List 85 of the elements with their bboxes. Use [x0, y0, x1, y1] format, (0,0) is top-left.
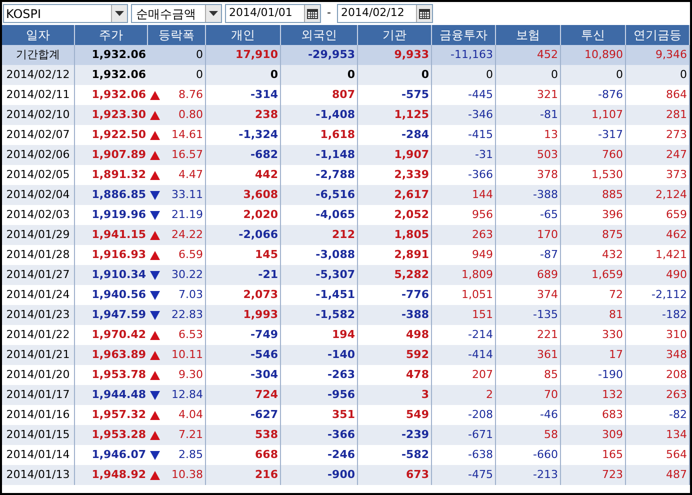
- price-cell-text: 1,941.15: [90, 226, 147, 243]
- price-cell-text: 1,970.42: [90, 326, 147, 343]
- value-cell: 487: [626, 465, 690, 485]
- change-cell-text: 33.11: [170, 186, 204, 203]
- price-cell-text: 1,947.59: [90, 306, 147, 323]
- up-triangle-icon: [150, 350, 160, 360]
- change-cell-text: 16.57: [170, 146, 204, 163]
- change-cell-text: 2.85: [178, 446, 204, 463]
- up-triangle-icon: [150, 130, 160, 140]
- price-cell-text: 1,916.93: [90, 246, 147, 263]
- up-triangle-icon: [150, 470, 160, 480]
- up-triangle-icon: [150, 110, 160, 120]
- price-cell-text: 1,946.07: [90, 446, 147, 463]
- change-cell-text: 24.22: [170, 226, 204, 243]
- end-date-field[interactable]: 2014/02/12: [336, 4, 433, 23]
- price-cell-text: 1,953.28: [90, 426, 147, 443]
- change-cell-text: 10.38: [170, 466, 204, 483]
- up-triangle-icon: [150, 170, 160, 180]
- range-separator: -: [326, 5, 332, 22]
- change-cell-text: 4.47: [178, 166, 204, 183]
- price-cell-text: 1,932.06: [90, 86, 147, 103]
- price-cell-text: 1,886.85: [90, 186, 147, 203]
- value-cell: -475: [432, 465, 496, 485]
- value-cell: -213: [496, 465, 561, 485]
- change-cell-text: 4.04: [178, 406, 204, 423]
- price-cell-text: 1,963.89: [90, 346, 147, 363]
- value-cell: -900: [281, 465, 358, 485]
- price-cell-text: 1,919.96: [90, 206, 147, 223]
- down-triangle-icon: [150, 390, 160, 400]
- down-triangle-icon: [150, 190, 160, 200]
- price-cell-text: 1,953.78: [90, 366, 147, 383]
- start-date-field[interactable]: 2014/01/01: [225, 4, 321, 23]
- calendar-button[interactable]: [304, 5, 320, 22]
- up-triangle-icon: [150, 250, 160, 260]
- up-triangle-icon: [150, 430, 160, 440]
- change-cell-text: 10.11: [170, 346, 204, 363]
- caret-icon: [115, 11, 124, 16]
- change-cell-text: 6.53: [178, 326, 204, 343]
- up-triangle-icon: [150, 330, 160, 340]
- price-cell-text: 1,922.50: [90, 126, 147, 143]
- up-triangle-icon: [150, 410, 160, 420]
- calendar-button[interactable]: [416, 5, 432, 22]
- change-cell-text: 0.80: [178, 106, 204, 123]
- down-triangle-icon: [150, 450, 160, 460]
- change-cell-text: 0: [195, 46, 204, 63]
- change-cell-text: 7.21: [178, 426, 204, 443]
- up-triangle-icon: [150, 370, 160, 380]
- dropdown-button[interactable]: [205, 5, 221, 22]
- up-triangle-icon: [150, 90, 160, 100]
- change-cell-text: 8.76: [178, 86, 204, 103]
- down-triangle-icon: [150, 210, 160, 220]
- price-cell-text: 1,940.56: [90, 286, 147, 303]
- up-triangle-icon: [150, 150, 160, 160]
- change-cell-text: 21.19: [170, 206, 204, 223]
- calendar-icon: [418, 8, 430, 18]
- metric-dropdown[interactable]: 순매수금액: [131, 4, 222, 23]
- value-cell: 673: [358, 465, 432, 485]
- down-triangle-icon: [150, 290, 160, 300]
- price-cell-text: 1,957.32: [90, 406, 147, 423]
- down-triangle-icon: [150, 310, 160, 320]
- price-cell-text: 1,948.92: [90, 466, 147, 483]
- price-cell-text: 1,932.06: [90, 46, 147, 63]
- price-cell-text: 1,944.48: [90, 386, 147, 403]
- change-cell-text: 30.22: [170, 266, 204, 283]
- price-cell-text: 1,910.34: [90, 266, 147, 283]
- dropdown-button[interactable]: [111, 5, 127, 22]
- change-cell-text: 6.59: [178, 246, 204, 263]
- price-cell-text: 1,923.30: [90, 106, 147, 123]
- calendar-icon: [307, 8, 318, 18]
- value-cell: 723: [561, 465, 626, 485]
- change-cell-text: 9.30: [178, 366, 204, 383]
- value-cell: 216: [206, 465, 281, 485]
- price-cell-text: 1,891.32: [90, 166, 147, 183]
- price-cell-text: 1,932.06: [90, 66, 147, 83]
- date-cell: 2014/01/13: [2, 465, 75, 485]
- market-dropdown[interactable]: KOSPI: [3, 4, 128, 23]
- price-cell-text: 1,907.89: [90, 146, 147, 163]
- down-triangle-icon: [150, 270, 160, 280]
- caret-icon: [209, 11, 218, 16]
- change-cell-text: 12.84: [170, 386, 204, 403]
- change-cell-text: 7.03: [178, 286, 204, 303]
- up-triangle-icon: [150, 230, 160, 240]
- change-cell-text: 0: [195, 66, 204, 83]
- change-cell-text: 22.83: [170, 306, 204, 323]
- change-cell-text: 14.61: [170, 126, 204, 143]
